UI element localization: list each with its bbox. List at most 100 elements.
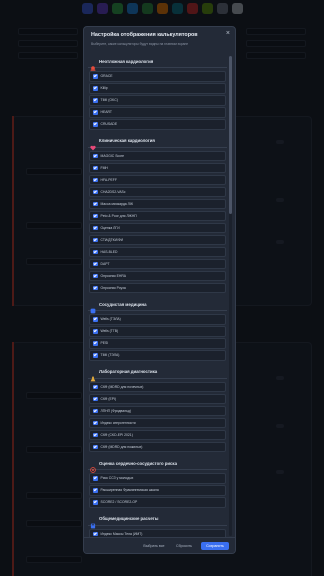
reset-button[interactable]: Сбросить <box>173 542 195 550</box>
calculator-section: Оценка сердечно-сосудистого риска Риск СС… <box>88 458 227 508</box>
calculator-checkbox-item[interactable]: Риск ССЗ у молодых <box>89 473 226 484</box>
calculator-checkbox-item[interactable]: DAPT <box>89 258 226 269</box>
calculator-checkbox-item[interactable]: GRACE <box>89 71 226 82</box>
checkbox[interactable] <box>93 201 98 206</box>
calculator-checkbox-item[interactable]: Индекс Массы Тела (ИМТ) <box>89 528 226 537</box>
calculator-checkbox-item[interactable]: Опросник Роуза <box>89 282 226 293</box>
calculator-checkbox-item[interactable]: MAGGIC Score <box>89 150 226 161</box>
siren-icon <box>90 58 96 71</box>
calculator-checkbox-item[interactable]: SCORE2 / SCORE2-OP <box>89 497 226 508</box>
checkbox-label: Индекс атерогенности <box>100 420 136 425</box>
calculator-checkbox-item[interactable]: ЛПНП (Фридвальд) <box>89 405 226 416</box>
checkbox[interactable] <box>93 213 98 218</box>
checkbox[interactable] <box>93 189 98 194</box>
checkbox-label: СКФ (MDRD для почечных) <box>100 384 144 389</box>
vessel-icon <box>90 301 96 314</box>
checkbox[interactable] <box>93 249 98 254</box>
checkbox[interactable] <box>93 432 98 437</box>
modal-header: Настройка отображения калькуляторов Выбе… <box>91 32 228 46</box>
calculator-checkbox-item[interactable]: Wells (ТГВ) <box>89 326 226 337</box>
checkbox[interactable] <box>93 329 98 334</box>
calculator-section: Сосудистая медицина Wells (ТЭЛА) Wells (ТГ… <box>88 299 227 361</box>
calculator-checkbox-item[interactable]: HAS-BLED <box>89 246 226 257</box>
save-button[interactable]: Сохранить <box>201 542 229 550</box>
calculator-checkbox-item[interactable]: СКФ (MDRD для пожилых) <box>89 441 226 452</box>
checkbox[interactable] <box>93 165 98 170</box>
checkbox[interactable] <box>93 122 98 127</box>
calculator-checkbox-item[interactable]: Опросник EHRA <box>89 270 226 281</box>
modal-scrollbar[interactable] <box>229 56 232 536</box>
calculator-checkbox-item[interactable]: Расширенная Фрамингемская шкала <box>89 485 226 496</box>
checkbox[interactable] <box>93 444 98 449</box>
checkbox[interactable] <box>93 408 98 413</box>
scrollbar-thumb[interactable] <box>229 56 232 214</box>
modal-title: Настройка отображения калькуляторов <box>91 32 198 38</box>
calculator-checkbox-item[interactable]: TIMI (ТЭЛА) <box>89 350 226 361</box>
checkbox[interactable] <box>93 86 98 91</box>
close-icon[interactable]: × <box>226 30 230 37</box>
calculator-checkbox-item[interactable]: HFA-PEFF <box>89 174 226 185</box>
calc-icon <box>90 516 96 528</box>
calculator-checkbox-item[interactable]: CHA2DS2-VASc <box>89 186 226 197</box>
checkbox[interactable] <box>93 384 98 389</box>
flask-icon <box>90 369 96 381</box>
checkbox-label: TIMI (OKC) <box>100 98 118 103</box>
checkbox[interactable] <box>93 98 98 103</box>
calculator-checkbox-item[interactable]: Масса миокарда ЛЖ <box>89 198 226 209</box>
calculator-checkbox-item[interactable]: TIMI (OKC) <box>89 95 226 106</box>
checkbox[interactable] <box>93 110 98 115</box>
checkbox[interactable] <box>93 488 98 493</box>
checkbox-label: Wells (ТЭЛА) <box>100 317 121 322</box>
calculator-checkbox-item[interactable]: СКФ (MDRD для почечных) <box>89 381 226 392</box>
checkbox-label: Wells (ТГВ) <box>100 329 119 334</box>
checkbox[interactable] <box>93 74 98 79</box>
calculator-checkbox-item[interactable]: CRUSADE <box>89 119 226 130</box>
calculator-checkbox-item[interactable]: СКФ (EPI) <box>89 393 226 404</box>
calculator-checkbox-item[interactable]: СТИ/ДТКИ/ФИ <box>89 234 226 245</box>
calculator-checkbox-item[interactable]: Wells (ТЭЛА) <box>89 314 226 325</box>
section-title: Лабораторная диагностика <box>99 369 158 374</box>
checkbox[interactable] <box>93 273 98 278</box>
checkbox[interactable] <box>93 396 98 401</box>
modal-body[interactable]: Неотложная кардиология GRACE Killip TIMI (O… <box>88 56 227 537</box>
checkbox-label: ЛПНП (Фридвальд) <box>100 408 131 413</box>
checkbox[interactable] <box>93 153 98 158</box>
checkbox[interactable] <box>93 476 98 481</box>
checkbox-label: HFA-PEFF <box>100 177 117 182</box>
calculator-checkbox-item[interactable]: Killip <box>89 83 226 94</box>
calculator-section: Клиническая кардиология MAGGIC Score FMH HF… <box>88 136 227 293</box>
checkbox-label: Killip <box>100 86 108 91</box>
checkbox[interactable] <box>93 177 98 182</box>
checkbox-label: Опросник Роуза <box>100 285 126 290</box>
checkbox[interactable] <box>93 285 98 290</box>
checkbox-label: Риск ССЗ у молодых <box>100 476 134 481</box>
checkbox[interactable] <box>93 531 98 536</box>
checkbox-label: FMH <box>100 165 108 170</box>
checkbox[interactable] <box>93 353 98 358</box>
checkbox[interactable] <box>93 341 98 346</box>
checkbox-label: СКФ (EPI) <box>100 396 117 401</box>
checkbox-label: Опросник EHRA <box>100 273 127 278</box>
calculator-checkbox-item[interactable]: PESI <box>89 338 226 349</box>
calculator-checkbox-item[interactable]: Оценка ЛГИ <box>89 222 226 233</box>
section-header: Сосудистая медицина <box>88 299 227 314</box>
checkbox[interactable] <box>93 237 98 242</box>
calculator-checkbox-item[interactable]: HEART <box>89 107 226 118</box>
checkbox[interactable] <box>93 261 98 266</box>
divider <box>88 377 227 379</box>
calculator-checkbox-item[interactable]: Индекс атерогенности <box>89 417 226 428</box>
checkbox-label: DAPT <box>100 261 110 266</box>
checkbox-label: HEART <box>100 110 112 115</box>
calculator-checkbox-item[interactable]: FMH <box>89 162 226 173</box>
checkbox[interactable] <box>93 225 98 230</box>
checkbox-label: Peto & Poor для ЛЖНП <box>100 213 137 218</box>
calculator-checkbox-item[interactable]: Peto & Poor для ЛЖНП <box>89 210 226 221</box>
calculator-checkbox-item[interactable]: СКФ (CKD-EPI 2021) <box>89 429 226 440</box>
calculator-section: Лабораторная диагностика СКФ (MDRD для по… <box>88 367 227 452</box>
checkbox[interactable] <box>93 317 98 322</box>
section-header: Оценка сердечно-сосудистого риска <box>88 458 227 473</box>
checkbox-label: СКФ (CKD-EPI 2021) <box>100 432 133 437</box>
checkbox[interactable] <box>93 500 98 505</box>
checkbox[interactable] <box>93 420 98 425</box>
select-all-button[interactable]: Выбрать все <box>140 542 168 550</box>
